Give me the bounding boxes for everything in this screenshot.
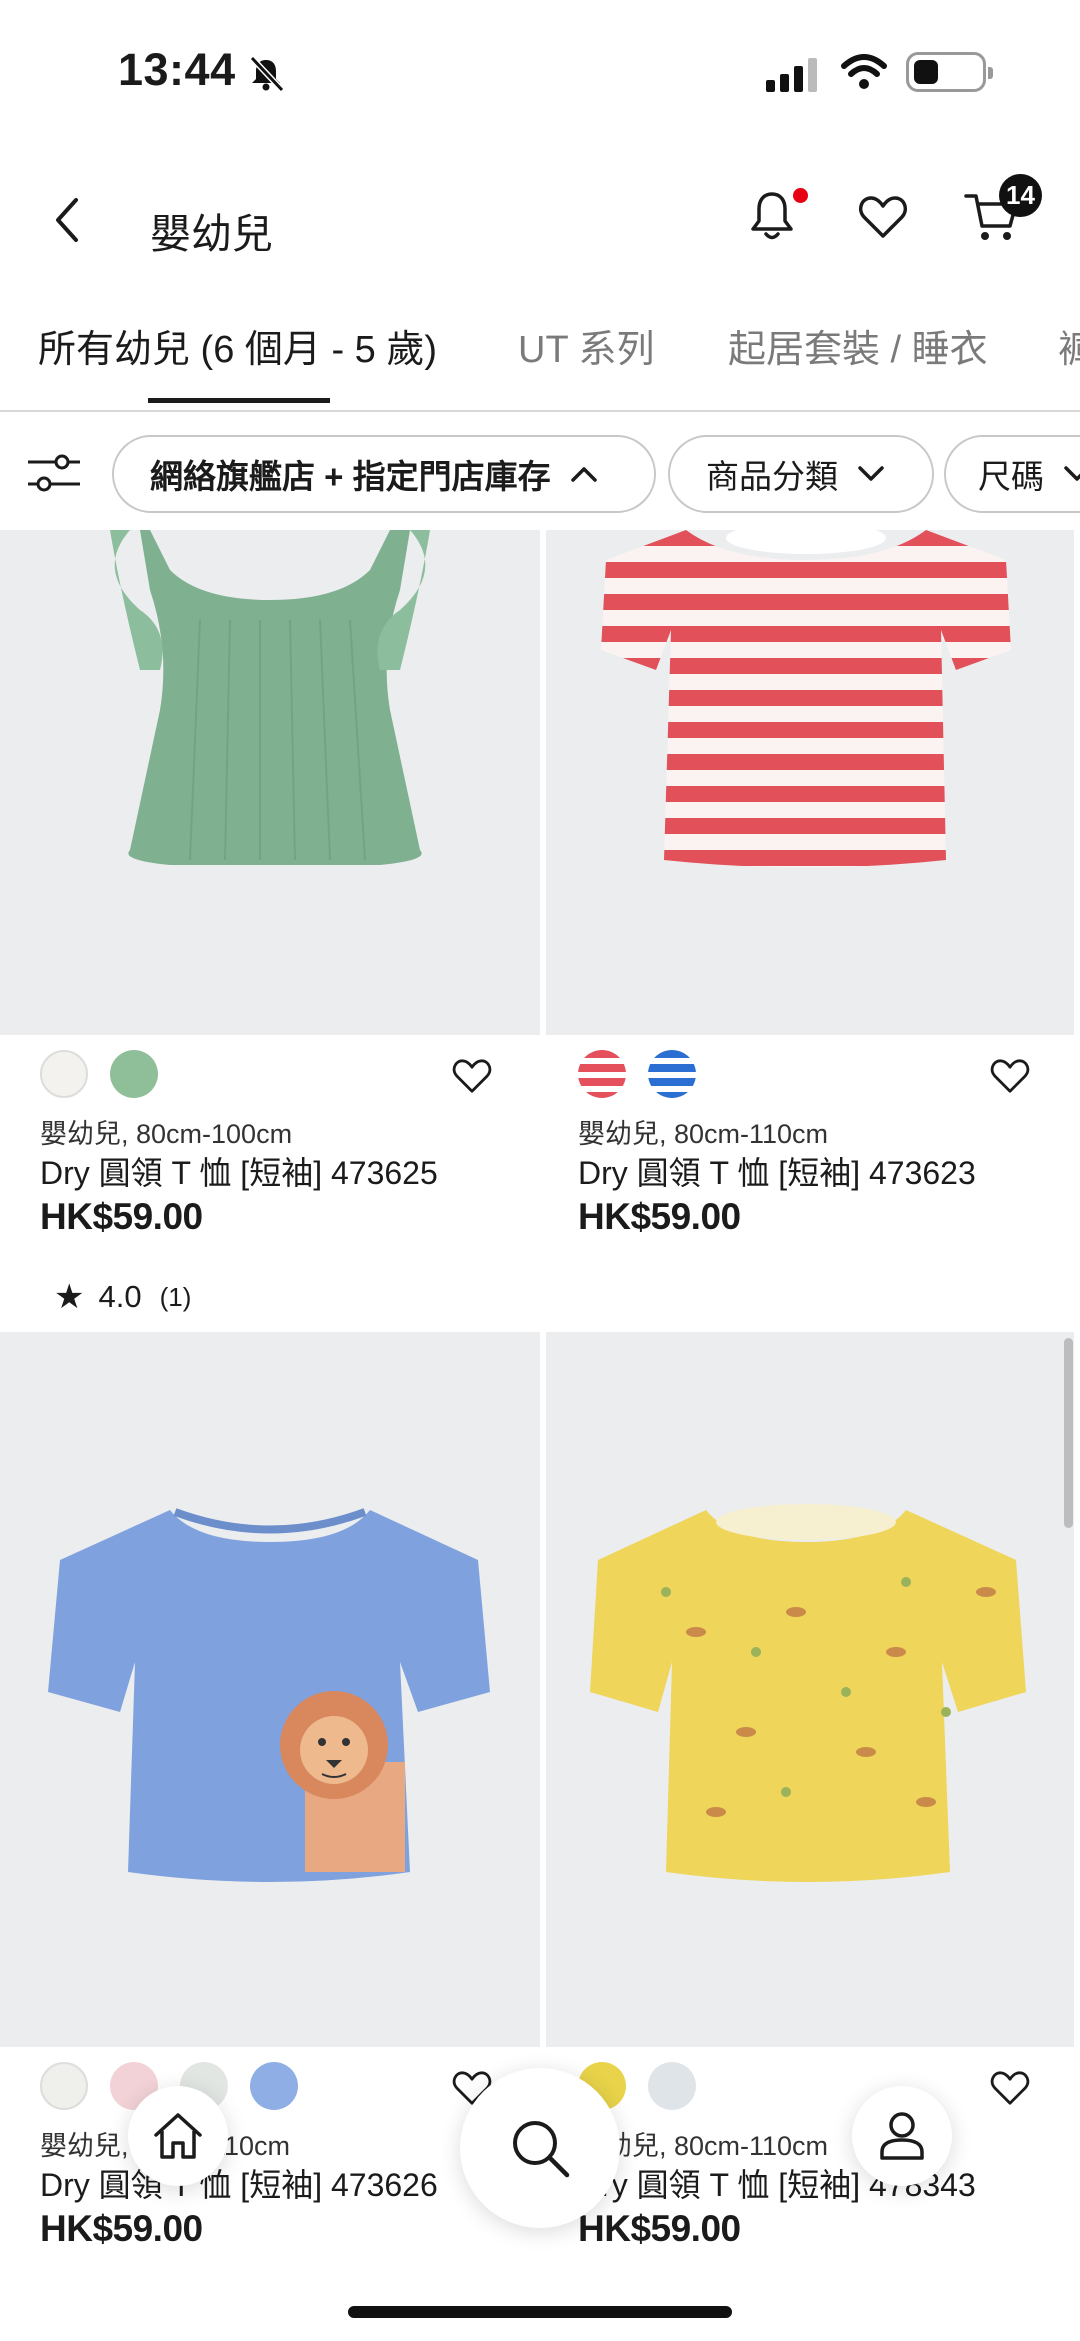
wifi-icon [841, 54, 887, 89]
product-name[interactable]: Dry 圓領 T 恤 [短袖] 473625 [40, 1148, 438, 1194]
product-name[interactable]: Dry 圓領 T 恤 [短袖] 473626 [40, 2160, 438, 2206]
account-button[interactable] [852, 2086, 952, 2186]
color-swatch[interactable] [110, 1050, 158, 1098]
cart-count-badge: 14 [999, 174, 1042, 217]
tab-ut-series[interactable]: UT 系列 [518, 318, 655, 373]
back-arrow-icon[interactable] [52, 196, 82, 244]
product-price: HK$59.00 [40, 1196, 203, 1237]
page-title: 嬰幼兒 [150, 211, 273, 257]
cellular-signal-icon [766, 56, 822, 92]
product-image[interactable] [0, 1332, 540, 2047]
filter-sliders-icon[interactable] [26, 452, 82, 496]
category-tabs: 所有幼兒 (6 個月 - 5 歲) UT 系列 起居套裝 / 睡衣 褲 [0, 310, 1080, 412]
color-swatch[interactable] [250, 2062, 298, 2110]
filter-store-stock[interactable]: 網絡旗艦店 + 指定門店庫存 [112, 435, 656, 513]
favorite-heart-icon[interactable] [452, 1058, 492, 1094]
tab-pants[interactable]: 褲 [1058, 318, 1080, 373]
color-swatch[interactable] [648, 1050, 696, 1098]
product-rating: ★ 4.0 (1) [54, 1277, 191, 1317]
notification-bell-icon[interactable] [748, 188, 796, 244]
battery-icon [906, 52, 993, 92]
product-image[interactable] [0, 530, 540, 1035]
yellow-print-tee-image [590, 1504, 1026, 1882]
chevron-down-icon [1064, 466, 1080, 481]
home-button[interactable] [128, 2086, 228, 2186]
product-price: HK$59.00 [578, 1196, 741, 1237]
tab-loungewear[interactable]: 起居套裝 / 睡衣 [728, 318, 988, 373]
favorite-heart-icon[interactable] [990, 2070, 1030, 2106]
favorite-heart-icon[interactable] [990, 1058, 1030, 1094]
filter-category[interactable]: 商品分類 [668, 435, 934, 513]
product-image[interactable] [546, 1332, 1074, 2047]
status-time: 13:44 [118, 44, 236, 95]
product-subtitle: 嬰幼兒, 80cm-110cm [578, 1119, 829, 1149]
filter-store-stock-label: 網絡旗艦店 + 指定門店庫存 [150, 458, 551, 495]
tab-all-kids[interactable]: 所有幼兒 (6 個月 - 5 歲) [38, 318, 437, 373]
active-tab-indicator [148, 398, 330, 403]
blue-lion-tee-image [48, 1508, 490, 1882]
filter-size-label: 尺碼 [978, 458, 1044, 495]
product-image[interactable] [546, 530, 1074, 1035]
notification-dot [793, 188, 808, 203]
star-icon: ★ [54, 1278, 85, 1316]
product-price: HK$59.00 [40, 2208, 203, 2249]
product-price: HK$59.00 [578, 2208, 741, 2249]
home-indicator [348, 2306, 732, 2318]
chevron-up-icon [570, 467, 597, 482]
red-striped-tee-image [601, 530, 1011, 868]
scrollbar[interactable] [1064, 1338, 1073, 1528]
bell-muted-icon [249, 55, 285, 93]
search-button[interactable] [460, 2068, 620, 2228]
wishlist-heart-icon[interactable] [858, 195, 908, 239]
rating-count: (1) [159, 1281, 192, 1312]
color-swatch[interactable] [648, 2062, 696, 2110]
rating-value: 4.0 [98, 1279, 142, 1314]
filter-category-label: 商品分類 [706, 458, 838, 495]
color-swatch[interactable] [40, 1050, 88, 1098]
color-swatch[interactable] [40, 2062, 88, 2110]
filter-size[interactable]: 尺碼 [944, 435, 1080, 513]
color-swatch[interactable] [578, 1050, 626, 1098]
search-icon [513, 2121, 570, 2178]
chevron-down-icon [858, 466, 884, 481]
account-icon [880, 2112, 924, 2160]
home-icon [154, 2113, 202, 2159]
product-subtitle: 嬰幼兒, 80cm-100cm [40, 1119, 293, 1149]
green-ruffle-top-image [110, 530, 430, 865]
product-name[interactable]: Dry 圓領 T 恤 [短袖] 473623 [578, 1148, 976, 1194]
